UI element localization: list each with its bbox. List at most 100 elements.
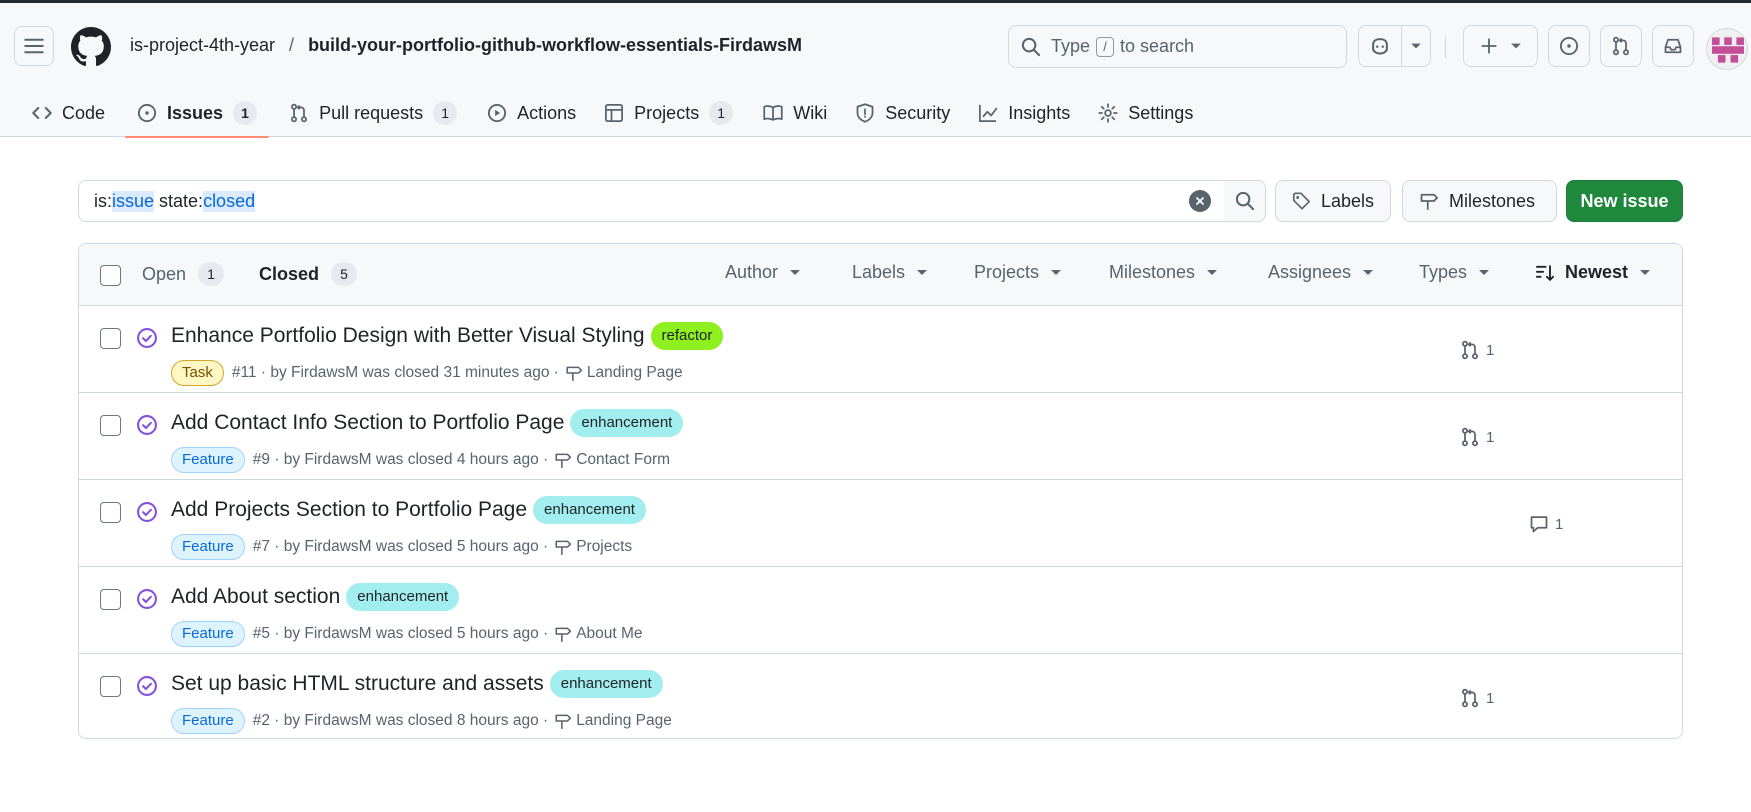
table-icon bbox=[605, 104, 624, 122]
tab-label: Pull requests bbox=[319, 102, 424, 123]
projects-filter-menu[interactable]: Projects bbox=[974, 262, 1062, 283]
labels-filter-menu[interactable]: Labels bbox=[852, 262, 928, 283]
milestone-link[interactable]: Landing Page bbox=[554, 712, 672, 730]
issue-type-badge[interactable]: Feature bbox=[171, 621, 245, 647]
search-shortcut-key: / bbox=[1096, 36, 1115, 57]
issue-label[interactable]: enhancement bbox=[533, 496, 646, 524]
tab-settings[interactable]: Settings bbox=[1086, 93, 1205, 133]
comment-icon bbox=[1530, 516, 1548, 533]
filter-search-button[interactable] bbox=[1224, 180, 1266, 222]
sort-menu[interactable]: Newest bbox=[1535, 262, 1651, 283]
closed-issues-tab[interactable]: Closed 5 bbox=[259, 262, 358, 286]
milestone-name: Projects bbox=[576, 538, 633, 555]
list-item[interactable]: Enhance Portfolio Design with Better Vis… bbox=[79, 306, 1682, 393]
hamburger-icon bbox=[24, 38, 44, 54]
new-issue-button[interactable]: New issue bbox=[1566, 180, 1683, 222]
tab-security[interactable]: Security bbox=[843, 93, 962, 133]
list-item[interactable]: Set up basic HTML structure and assets e… bbox=[79, 654, 1682, 738]
tab-label: Code bbox=[62, 102, 106, 123]
author-filter-menu[interactable]: Author bbox=[725, 262, 801, 283]
issue-title-link[interactable]: Enhance Portfolio Design with Better Vis… bbox=[171, 324, 645, 348]
issue-type-badge[interactable]: Feature bbox=[171, 447, 245, 473]
list-item[interactable]: Add About section enhancement Feature #5… bbox=[79, 567, 1682, 654]
issue-title-link[interactable]: Add About section bbox=[171, 585, 340, 609]
milestone-name: Landing Page bbox=[576, 712, 672, 729]
git-pull-request-icon bbox=[1612, 36, 1630, 56]
linked-pull-requests[interactable]: 1 bbox=[1460, 688, 1494, 708]
filter-value-closed: closed bbox=[203, 190, 256, 212]
labels-button[interactable]: Labels bbox=[1275, 180, 1391, 222]
milestone-icon bbox=[1420, 193, 1438, 210]
tab-label: Actions bbox=[517, 102, 577, 123]
tab-projects[interactable]: Projects 1 bbox=[592, 93, 745, 133]
book-icon bbox=[763, 105, 783, 121]
milestones-filter-menu[interactable]: Milestones bbox=[1109, 262, 1218, 283]
list-item[interactable]: Add Contact Info Section to Portfolio Pa… bbox=[79, 393, 1682, 480]
global-search-input[interactable]: Type / to search bbox=[1008, 25, 1347, 68]
breadcrumb-separator: / bbox=[289, 35, 295, 55]
issue-label[interactable]: enhancement bbox=[549, 670, 663, 698]
open-count: 1 bbox=[198, 262, 225, 286]
clear-filter-button[interactable] bbox=[1189, 190, 1211, 212]
menu-button[interactable] bbox=[14, 26, 54, 66]
milestones-button[interactable]: Milestones bbox=[1402, 180, 1557, 222]
tab-insights[interactable]: Insights bbox=[966, 93, 1082, 133]
issue-label[interactable]: enhancement bbox=[570, 409, 684, 437]
comments-link[interactable]: 1 bbox=[1529, 514, 1563, 534]
open-issues-tab[interactable]: Open 1 bbox=[142, 262, 225, 286]
issues-filter-input[interactable]: is: issue state: closed bbox=[78, 180, 1225, 222]
milestone-icon bbox=[555, 453, 572, 468]
tab-issues[interactable]: Issues 1 bbox=[125, 93, 270, 138]
avatar[interactable] bbox=[1706, 28, 1748, 70]
assignees-filter-menu[interactable]: Assignees bbox=[1268, 262, 1374, 283]
list-item[interactable]: Add Projects Section to Portfolio Page e… bbox=[79, 480, 1682, 567]
copilot-button[interactable] bbox=[1358, 25, 1402, 67]
github-logo-icon[interactable] bbox=[71, 27, 111, 67]
row-checkbox[interactable] bbox=[100, 328, 121, 349]
select-all-checkbox[interactable] bbox=[100, 265, 121, 286]
row-checkbox[interactable] bbox=[100, 676, 121, 697]
issue-type-badge[interactable]: Task bbox=[171, 360, 224, 386]
milestone-link[interactable]: About Me bbox=[554, 625, 643, 643]
search-icon bbox=[1021, 37, 1041, 56]
inbox-button[interactable] bbox=[1652, 25, 1694, 67]
repo-owner-link[interactable]: is-project-4th-year bbox=[130, 35, 275, 56]
issue-type-badge[interactable]: Feature bbox=[171, 708, 245, 734]
tab-code[interactable]: Code bbox=[20, 93, 117, 133]
issue-title-link[interactable]: Set up basic HTML structure and assets bbox=[171, 672, 544, 696]
your-pull-requests-button[interactable] bbox=[1600, 25, 1642, 67]
issue-title-link[interactable]: Add Contact Info Section to Portfolio Pa… bbox=[171, 411, 564, 435]
issues-list-header: Open 1 Closed 5 Author Labels Projects M… bbox=[79, 244, 1682, 306]
row-checkbox[interactable] bbox=[100, 502, 121, 523]
tab-pull-requests[interactable]: Pull requests 1 bbox=[277, 93, 469, 133]
triangle-down-icon bbox=[1510, 43, 1521, 49]
issue-type-badge[interactable]: Feature bbox=[171, 534, 245, 560]
gear-icon bbox=[1098, 103, 1118, 123]
milestone-link[interactable]: Landing Page bbox=[565, 364, 683, 382]
copilot-menu-button[interactable] bbox=[1401, 25, 1431, 67]
tab-wiki[interactable]: Wiki bbox=[751, 93, 839, 133]
issue-meta-text: #5 · by FirdawsM was closed 5 hours ago … bbox=[252, 625, 549, 642]
issue-meta: Feature #7 · by FirdawsM was closed 5 ho… bbox=[171, 534, 632, 560]
milestone-link[interactable]: Projects bbox=[554, 538, 632, 556]
copilot-icon bbox=[1372, 38, 1388, 55]
your-issues-button[interactable] bbox=[1548, 25, 1590, 67]
sort-desc-icon bbox=[1535, 264, 1555, 281]
sort-label: Newest bbox=[1565, 262, 1629, 282]
linked-pull-requests[interactable]: 1 bbox=[1460, 340, 1494, 360]
row-checkbox[interactable] bbox=[100, 415, 121, 436]
repo-name-link[interactable]: build-your-portfolio-github-workflow-ess… bbox=[308, 35, 802, 56]
types-filter-menu[interactable]: Types bbox=[1419, 262, 1490, 283]
issue-label[interactable]: refactor bbox=[650, 322, 724, 350]
issue-title-link[interactable]: Add Projects Section to Portfolio Page bbox=[171, 498, 527, 522]
tab-actions[interactable]: Actions bbox=[475, 93, 588, 133]
issue-label[interactable]: enhancement bbox=[346, 583, 460, 611]
repo-nav-tabs: Code Issues 1 Pull requests 1 Actions Pr… bbox=[20, 93, 1205, 138]
milestone-link[interactable]: Contact Form bbox=[554, 451, 670, 469]
menu-label: Assignees bbox=[1268, 262, 1352, 282]
linked-pull-requests[interactable]: 1 bbox=[1460, 427, 1494, 447]
row-checkbox[interactable] bbox=[100, 589, 121, 610]
issue-closed-icon bbox=[137, 328, 157, 348]
milestone-icon bbox=[555, 540, 572, 555]
create-new-button[interactable] bbox=[1463, 25, 1538, 67]
